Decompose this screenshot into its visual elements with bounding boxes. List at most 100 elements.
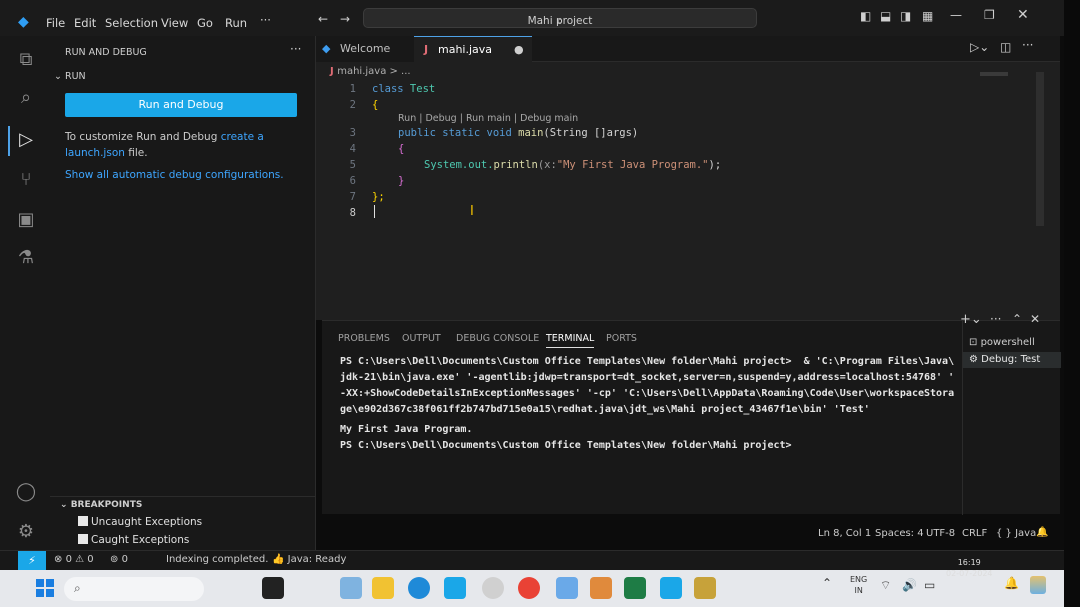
breakpoints-header[interactable]: ⌄ BREAKPOINTS — [60, 500, 142, 510]
command-center-search[interactable]: ⌕ Mahi project — [363, 8, 757, 28]
split-editor-icon[interactable]: ◫ — [1000, 40, 1011, 54]
notifications-bell-icon[interactable]: 🔔 — [1036, 527, 1048, 538]
language-indicator[interactable]: ENG IN — [850, 574, 867, 596]
battery-icon[interactable]: ▭ — [924, 578, 935, 592]
edge-browser-icon[interactable] — [408, 577, 430, 599]
panel-tab-output[interactable]: OUTPUT — [402, 333, 441, 344]
indentation[interactable]: Spaces: 4 — [875, 528, 924, 539]
task-view-icon[interactable] — [262, 577, 284, 599]
notification-bell-icon[interactable]: 🔔 — [1004, 576, 1019, 590]
line-number: 8 — [349, 207, 356, 219]
testing-icon[interactable]: ⚗ — [14, 246, 38, 270]
java-status[interactable]: 👍 Java: Ready — [272, 554, 346, 565]
vscode-taskbar-icon[interactable] — [660, 577, 682, 599]
toggle-secondary-sidebar-icon[interactable]: ◨ — [900, 9, 911, 23]
ports-status[interactable]: ⊚ 0 — [110, 554, 128, 565]
java-app-icon[interactable] — [694, 577, 716, 599]
panel-tab-problems[interactable]: PROBLEMS — [338, 333, 390, 344]
code-line-3: public static void main(String []args) — [398, 127, 638, 139]
indexing-status[interactable]: Indexing completed. — [166, 554, 268, 565]
manage-gear-icon[interactable]: ⚙ — [14, 520, 38, 544]
panel-tab-ports[interactable]: PORTS — [606, 333, 637, 344]
activity-bar: ⧉ ⌕ ▷ ⑂ ▣ ⚗ ◯ ⚙ — [0, 36, 50, 550]
menu-run[interactable]: Run — [225, 16, 247, 30]
terminal-item-debug[interactable]: ⚙ Debug: Test — [963, 352, 1061, 368]
chrome-icon[interactable] — [518, 577, 540, 599]
line-number: 7 — [349, 191, 356, 203]
windows-start-icon[interactable] — [36, 579, 54, 597]
clock[interactable]: 16:19 02-07-2024 — [946, 557, 993, 579]
menu-go[interactable]: Go — [197, 16, 213, 30]
search-view-icon[interactable]: ⌕ — [14, 86, 38, 110]
code-editor[interactable]: J mahi.java > ... 1 2 3 4 5 6 7 8 class … — [316, 62, 1060, 320]
customize-layout-icon[interactable]: ▦ — [922, 9, 933, 23]
text-cursor — [374, 205, 375, 218]
close-window-icon[interactable]: ✕ — [1017, 7, 1029, 23]
forward-arrow-icon[interactable]: → — [340, 12, 350, 26]
create-link[interactable]: create a — [221, 131, 264, 143]
toggle-panel-icon[interactable]: ⬓ — [880, 9, 891, 23]
menu-view[interactable]: View — [161, 16, 188, 30]
cursor-position[interactable]: Ln 8, Col 1 — [818, 528, 871, 539]
taskbar-search[interactable]: ⌕ — [64, 577, 204, 601]
tab-welcome[interactable]: ◆ Welcome — [316, 36, 414, 62]
accounts-icon[interactable]: ◯ — [14, 480, 38, 504]
source-control-icon[interactable]: ⑂ — [14, 168, 38, 192]
breadcrumb[interactable]: J mahi.java > ... — [330, 66, 411, 77]
menu-edit[interactable]: Edit — [74, 16, 96, 30]
menu-file[interactable]: File — [46, 16, 65, 30]
copilot-icon[interactable] — [1030, 576, 1046, 594]
code-token: (String []args) — [543, 127, 639, 139]
minimize-icon[interactable]: — — [950, 8, 962, 22]
code-line-6: } — [398, 175, 405, 187]
show-hidden-icons[interactable]: ⌃ — [822, 576, 832, 590]
explorer-icon[interactable]: ⧉ — [14, 48, 38, 72]
windows-taskbar: ⌕ ⌃ ENG IN ⌔ 🔊 ▭ 16:19 02-07-2024 🔔 — [0, 558, 1064, 607]
ports-count: 0 — [121, 554, 128, 565]
file-explorer-icon[interactable] — [372, 577, 394, 599]
menu-more[interactable]: ··· — [260, 13, 271, 27]
panel-tab-debug-console[interactable]: DEBUG CONSOLE — [456, 333, 539, 344]
run-debug-icon[interactable]: ▷ — [14, 128, 38, 152]
run-file-icon[interactable]: ▷⌄ — [970, 40, 989, 54]
excel-icon[interactable] — [624, 577, 646, 599]
editor-scrollbar[interactable] — [1036, 72, 1044, 226]
widgets-icon[interactable] — [340, 577, 362, 599]
launch-json-link[interactable]: launch.json — [65, 147, 125, 159]
unsaved-dot-icon[interactable]: ● — [514, 37, 524, 63]
editor-more-icon[interactable]: ··· — [1022, 38, 1033, 52]
show-all-configurations-link[interactable]: Show all automatic debug configurations. — [65, 169, 284, 181]
code-token: public static void — [398, 127, 512, 139]
code-token: (x: — [537, 159, 557, 171]
panel-tab-terminal[interactable]: TERMINAL — [546, 333, 595, 348]
terminal-item-powershell[interactable]: ⊡ powershell — [969, 337, 1035, 348]
sidebar-more-icon[interactable]: ··· — [290, 42, 301, 56]
office-app-icon[interactable] — [590, 577, 612, 599]
restore-icon[interactable]: ❐ — [984, 8, 995, 22]
menu-selection[interactable]: Selection — [105, 16, 158, 30]
screen-bezel — [1064, 0, 1080, 607]
toggle-sidebar-icon[interactable]: ◧ — [860, 9, 871, 23]
minimap[interactable] — [980, 72, 1008, 76]
dell-app-icon[interactable] — [482, 577, 504, 599]
encoding[interactable]: UTF-8 — [926, 528, 955, 539]
checkbox[interactable] — [78, 516, 88, 526]
language-mode[interactable]: { } Java — [996, 528, 1036, 539]
chat-app-icon[interactable] — [556, 577, 578, 599]
store-icon[interactable] — [444, 577, 466, 599]
extensions-icon[interactable]: ▣ — [14, 208, 38, 232]
tab-mahi-java[interactable]: J mahi.java ● — [414, 36, 532, 62]
run-section-header[interactable]: ⌄ RUN — [54, 71, 86, 82]
checkbox[interactable] — [78, 534, 88, 544]
run-and-debug-button[interactable]: Run and Debug — [65, 93, 297, 117]
codelens[interactable]: Run | Debug | Run main | Debug main — [398, 113, 578, 124]
line-ending[interactable]: CRLF — [962, 528, 987, 539]
breakpoint-caught[interactable]: Caught Exceptions — [78, 534, 189, 546]
problems-status[interactable]: ⊗ 0 ⚠ 0 — [54, 554, 94, 565]
breakpoint-uncaught[interactable]: Uncaught Exceptions — [78, 516, 202, 528]
back-arrow-icon[interactable]: ← — [318, 12, 328, 26]
remote-indicator-icon[interactable]: ⚡ — [18, 551, 46, 571]
volume-icon[interactable]: 🔊 — [902, 578, 917, 592]
title-bar: ◆ File Edit Selection View Go Run ··· ← … — [0, 0, 1064, 36]
wifi-icon[interactable]: ⌔ — [880, 578, 891, 593]
